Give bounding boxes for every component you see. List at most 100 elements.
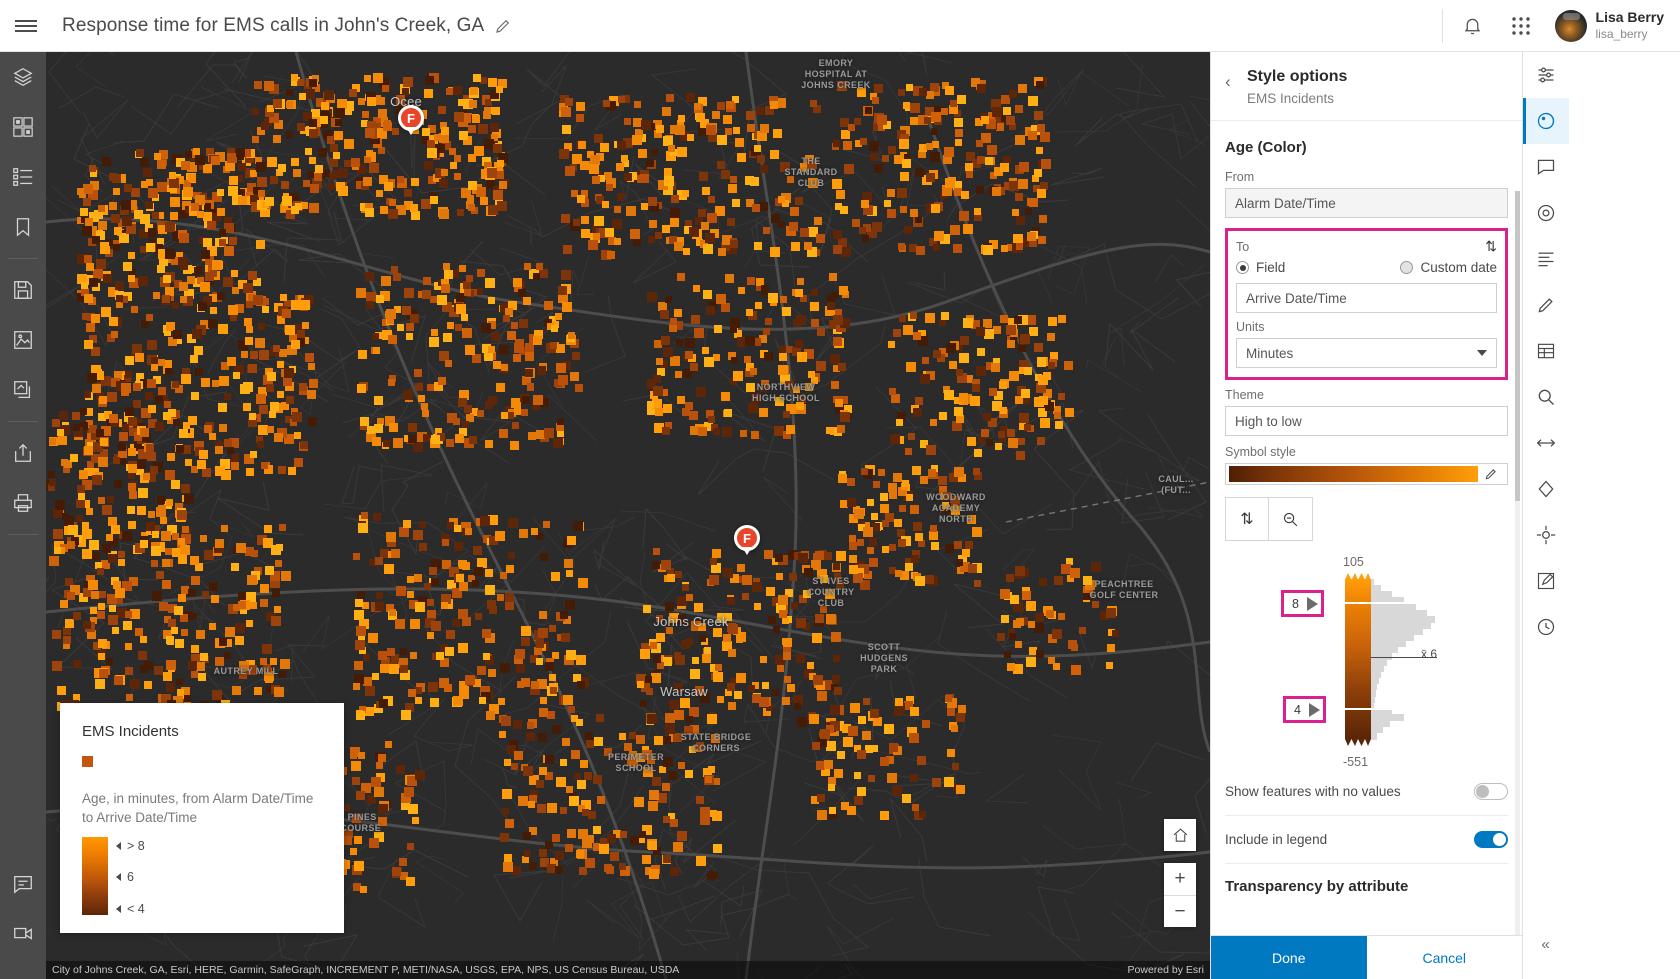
map-incident-point[interactable]: [1009, 371, 1019, 381]
map-incident-point[interactable]: [513, 278, 522, 287]
map-incident-point[interactable]: [360, 417, 369, 426]
map-incident-point[interactable]: [372, 437, 381, 446]
map-incident-point[interactable]: [662, 783, 670, 791]
include-in-legend-toggle[interactable]: [1474, 831, 1508, 848]
map-incident-point[interactable]: [872, 222, 882, 232]
map-incident-point[interactable]: [648, 236, 655, 243]
map-incident-point[interactable]: [933, 350, 941, 358]
map-incident-point[interactable]: [932, 141, 939, 148]
map-incident-point[interactable]: [108, 554, 117, 563]
map-incident-point[interactable]: [984, 329, 994, 339]
map-incident-point[interactable]: [96, 259, 106, 269]
map-incident-point[interactable]: [215, 446, 223, 454]
map-incident-point[interactable]: [392, 128, 399, 135]
map-incident-point[interactable]: [577, 782, 584, 789]
map-incident-point[interactable]: [231, 462, 239, 470]
map-incident-point[interactable]: [944, 147, 954, 157]
map-incident-point[interactable]: [375, 557, 383, 565]
map-incident-point[interactable]: [161, 531, 171, 541]
map-incident-point[interactable]: [224, 393, 231, 400]
map-incident-point[interactable]: [892, 786, 902, 796]
map-incident-point[interactable]: [870, 153, 878, 161]
map-incident-point[interactable]: [157, 496, 165, 504]
map-incident-point[interactable]: [70, 454, 78, 462]
map-incident-point[interactable]: [485, 278, 495, 288]
map-incident-point[interactable]: [378, 754, 386, 762]
map-incident-point[interactable]: [459, 131, 468, 140]
map-incident-point[interactable]: [873, 481, 880, 488]
map-incident-point[interactable]: [996, 123, 1004, 131]
map-incident-point[interactable]: [1070, 568, 1080, 578]
map-incident-point[interactable]: [648, 841, 657, 850]
map-incident-point[interactable]: [78, 493, 85, 500]
map-incident-point[interactable]: [578, 141, 586, 149]
map-incident-point[interactable]: [219, 638, 227, 646]
map-incident-point[interactable]: [109, 317, 118, 326]
map-incident-point[interactable]: [257, 177, 267, 187]
map-incident-point[interactable]: [659, 766, 666, 773]
popup-icon[interactable]: [1523, 144, 1569, 190]
map-incident-point[interactable]: [194, 267, 202, 275]
map-incident-point[interactable]: [797, 352, 807, 362]
map-incident-point[interactable]: [459, 265, 466, 272]
map-incident-point[interactable]: [665, 724, 675, 734]
map-incident-point[interactable]: [367, 426, 375, 434]
map-incident-point[interactable]: [227, 447, 234, 454]
map-incident-point[interactable]: [477, 269, 485, 277]
map-incident-point[interactable]: [662, 107, 671, 116]
map-incident-point[interactable]: [98, 653, 105, 660]
map-incident-point[interactable]: [841, 247, 851, 257]
map-incident-point[interactable]: [454, 173, 461, 180]
map-incident-point[interactable]: [175, 639, 184, 648]
map-incident-point[interactable]: [262, 298, 269, 305]
map-incident-point[interactable]: [938, 476, 947, 485]
map-incident-point[interactable]: [745, 336, 755, 346]
map-incident-point[interactable]: [244, 318, 252, 326]
map-incident-point[interactable]: [63, 636, 71, 644]
map-incident-point[interactable]: [718, 248, 726, 256]
map-incident-point[interactable]: [772, 689, 779, 696]
map-incident-point[interactable]: [318, 148, 327, 157]
map-incident-point[interactable]: [656, 633, 665, 642]
map-incident-point[interactable]: [439, 179, 448, 188]
map-incident-point[interactable]: [529, 862, 537, 870]
map-incident-point[interactable]: [166, 499, 173, 506]
map-incident-point[interactable]: [279, 349, 287, 357]
map-incident-point[interactable]: [1039, 215, 1047, 223]
map-incident-point[interactable]: [124, 184, 132, 192]
map-incident-point[interactable]: [545, 755, 554, 764]
map-incident-point[interactable]: [836, 190, 845, 199]
map-incident-point[interactable]: [169, 172, 176, 179]
map-incident-point[interactable]: [218, 403, 227, 412]
map-incident-point[interactable]: [874, 164, 883, 173]
map-incident-point[interactable]: [931, 542, 939, 550]
map-incident-point[interactable]: [391, 266, 398, 273]
map-incident-point[interactable]: [931, 204, 940, 213]
map-incident-point[interactable]: [528, 432, 536, 440]
map-incident-point[interactable]: [527, 722, 534, 729]
map-incident-point[interactable]: [717, 102, 725, 110]
map-incident-point[interactable]: [643, 767, 653, 777]
map-incident-point[interactable]: [523, 832, 531, 840]
map-incident-point[interactable]: [833, 230, 842, 239]
map-incident-point[interactable]: [809, 714, 819, 724]
map-incident-point[interactable]: [128, 521, 136, 529]
map-incident-point[interactable]: [1026, 657, 1036, 667]
map-incident-point[interactable]: [915, 576, 925, 586]
map-incident-point[interactable]: [286, 131, 293, 138]
map-incident-point[interactable]: [854, 796, 863, 805]
map-incident-point[interactable]: [406, 323, 414, 331]
map-incident-point[interactable]: [550, 687, 557, 694]
map-incident-point[interactable]: [778, 595, 788, 605]
map-incident-point[interactable]: [912, 466, 921, 475]
time-icon[interactable]: [1523, 604, 1569, 650]
map-incident-point[interactable]: [466, 275, 473, 282]
map-incident-point[interactable]: [291, 74, 298, 81]
map-incident-point[interactable]: [72, 412, 80, 420]
map-incident-point[interactable]: [712, 549, 721, 558]
map-incident-point[interactable]: [800, 228, 809, 237]
map-incident-point[interactable]: [446, 630, 455, 639]
map-incident-point[interactable]: [1068, 640, 1077, 649]
map-incident-point[interactable]: [366, 150, 373, 157]
map-incident-point[interactable]: [82, 226, 92, 236]
